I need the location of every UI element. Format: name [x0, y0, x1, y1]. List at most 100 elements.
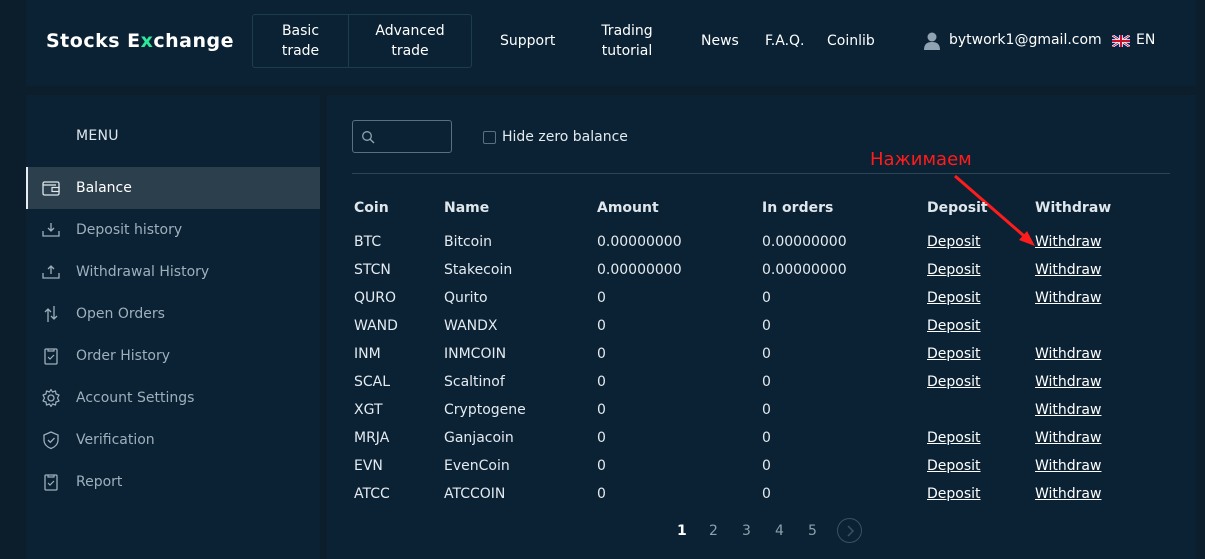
- sidebar-item-order-history[interactable]: Order History: [26, 335, 320, 377]
- advanced-trade-link[interactable]: Advanced trade: [349, 15, 471, 67]
- advanced-trade-label: Advanced trade: [375, 23, 445, 59]
- deposit-link[interactable]: Deposit: [927, 346, 981, 362]
- cell-coin: WAND: [354, 318, 398, 334]
- coinlib-link[interactable]: Coinlib: [827, 0, 875, 82]
- column-header-withdraw: Withdraw: [1035, 200, 1112, 216]
- cell-amount: 0: [597, 346, 606, 362]
- header-divider: [352, 173, 1170, 174]
- trading-tutorial-link[interactable]: Trading tutorial: [600, 0, 654, 82]
- cell-name: Bitcoin: [444, 234, 493, 250]
- withdraw-link[interactable]: Withdraw: [1035, 234, 1101, 250]
- cell-in-orders: 0: [762, 402, 771, 418]
- account-sidebar: MENU Balance Deposit history Withdrawal …: [26, 95, 320, 559]
- table-row: QURO Qurito 0 0 Deposit Withdraw: [327, 285, 1196, 313]
- cell-coin: INM: [354, 346, 381, 362]
- exchange-arrows-icon: [44, 306, 58, 322]
- deposit-link[interactable]: Deposit: [927, 234, 981, 250]
- withdraw-tray-icon: [42, 265, 60, 279]
- sidebar-item-open-orders[interactable]: Open Orders: [26, 293, 320, 335]
- sidebar-item-label: Order History: [76, 348, 171, 364]
- withdraw-link[interactable]: Withdraw: [1035, 402, 1101, 418]
- user-icon[interactable]: [923, 31, 941, 51]
- cell-in-orders: 0: [762, 374, 771, 390]
- coinlib-label: Coinlib: [827, 33, 875, 49]
- withdraw-link[interactable]: Withdraw: [1035, 346, 1101, 362]
- user-email-link[interactable]: bytwork1@gmail.com: [949, 32, 1102, 48]
- site-logo[interactable]: Stocks Exchange: [46, 30, 234, 52]
- cell-amount: 0.00000000: [597, 234, 682, 250]
- table-row: BTC Bitcoin 0.00000000 0.00000000 Deposit Wit…: [327, 229, 1196, 257]
- cell-amount: 0: [597, 318, 606, 334]
- search-input[interactable]: [379, 125, 447, 148]
- next-page-button[interactable]: [837, 518, 862, 543]
- balance-panel: Hide zero balance Нажимаем Coin Name Amo…: [327, 95, 1196, 559]
- cell-name: ATCCOIN: [444, 486, 506, 502]
- sidebar-item-label: Report: [76, 474, 123, 490]
- withdraw-link[interactable]: Withdraw: [1035, 486, 1101, 502]
- deposit-link[interactable]: Deposit: [927, 318, 981, 334]
- hide-zero-balance-label[interactable]: Hide zero balance: [502, 129, 628, 145]
- page-3[interactable]: 3: [742, 523, 751, 539]
- cell-coin: SCAL: [354, 374, 391, 390]
- annotation-text: Нажимаем: [870, 149, 972, 170]
- deposit-link[interactable]: Deposit: [927, 458, 981, 474]
- cell-in-orders: 0: [762, 458, 771, 474]
- sidebar-item-deposit-history[interactable]: Deposit history: [26, 209, 320, 251]
- sidebar-item-withdrawal-history[interactable]: Withdrawal History: [26, 251, 320, 293]
- page-2[interactable]: 2: [709, 523, 718, 539]
- table-row: STCN Stakecoin 0.00000000 0.00000000 Deposit…: [327, 257, 1196, 285]
- withdraw-link[interactable]: Withdraw: [1035, 430, 1101, 446]
- faq-link[interactable]: F.A.Q.: [765, 0, 805, 82]
- withdraw-link[interactable]: Withdraw: [1035, 458, 1101, 474]
- cell-coin: ATCC: [354, 486, 390, 502]
- table-row: SCAL Scaltinof 0 0 Deposit Withdraw: [327, 369, 1196, 397]
- cell-in-orders: 0: [762, 290, 771, 306]
- news-link[interactable]: News: [701, 0, 739, 82]
- sidebar-item-label: Account Settings: [76, 390, 195, 406]
- sidebar-item-report[interactable]: Report: [26, 461, 320, 503]
- hide-zero-balance-checkbox[interactable]: [483, 131, 496, 144]
- pagination: 1 2 3 4 5: [327, 515, 1196, 547]
- page-4[interactable]: 4: [775, 523, 784, 539]
- report-clipboard-icon: [44, 474, 58, 491]
- cell-coin: EVN: [354, 458, 383, 474]
- support-link[interactable]: Support: [500, 0, 555, 82]
- cell-name: Stakecoin: [444, 262, 513, 278]
- basic-trade-label: Basic trade: [281, 23, 320, 59]
- deposit-link[interactable]: Deposit: [927, 262, 981, 278]
- cell-coin: MRJA: [354, 430, 390, 446]
- withdraw-link[interactable]: Withdraw: [1035, 290, 1101, 306]
- column-header-in-orders: In orders: [762, 200, 834, 216]
- sidebar-item-balance[interactable]: Balance: [26, 167, 320, 209]
- cell-in-orders: 0: [762, 430, 771, 446]
- cell-name: Qurito: [444, 290, 488, 306]
- cell-name: Ganjacoin: [444, 430, 514, 446]
- shield-check-icon: [43, 431, 59, 450]
- page-5[interactable]: 5: [808, 523, 817, 539]
- uk-flag-icon[interactable]: [1112, 35, 1130, 47]
- sidebar-item-label: Deposit history: [76, 222, 183, 238]
- deposit-link[interactable]: Deposit: [927, 486, 981, 502]
- withdraw-link[interactable]: Withdraw: [1035, 262, 1101, 278]
- coin-search: [352, 120, 452, 153]
- deposit-link[interactable]: Deposit: [927, 430, 981, 446]
- faq-label: F.A.Q.: [765, 33, 805, 49]
- cell-name: WANDX: [444, 318, 498, 334]
- deposit-link[interactable]: Deposit: [927, 374, 981, 390]
- cell-in-orders: 0.00000000: [762, 234, 847, 250]
- sidebar-item-verification[interactable]: Verification: [26, 419, 320, 461]
- wallet-icon: [42, 181, 60, 196]
- page-root: Stocks Exchange Basic trade Advanced tra…: [0, 0, 1205, 559]
- sidebar-item-account-settings[interactable]: Account Settings: [26, 377, 320, 419]
- logo-text-start: Stocks E: [46, 30, 141, 52]
- withdraw-link[interactable]: Withdraw: [1035, 374, 1101, 390]
- news-label: News: [701, 33, 739, 49]
- page-1[interactable]: 1: [677, 523, 687, 539]
- sidebar-item-label: Balance: [76, 180, 132, 196]
- language-selector[interactable]: EN: [1136, 32, 1155, 48]
- cell-amount: 0: [597, 430, 606, 446]
- cell-coin: XGT: [354, 402, 383, 418]
- basic-trade-link[interactable]: Basic trade: [253, 15, 349, 67]
- table-row: INM INMCOIN 0 0 Deposit Withdraw: [327, 341, 1196, 369]
- deposit-link[interactable]: Deposit: [927, 290, 981, 306]
